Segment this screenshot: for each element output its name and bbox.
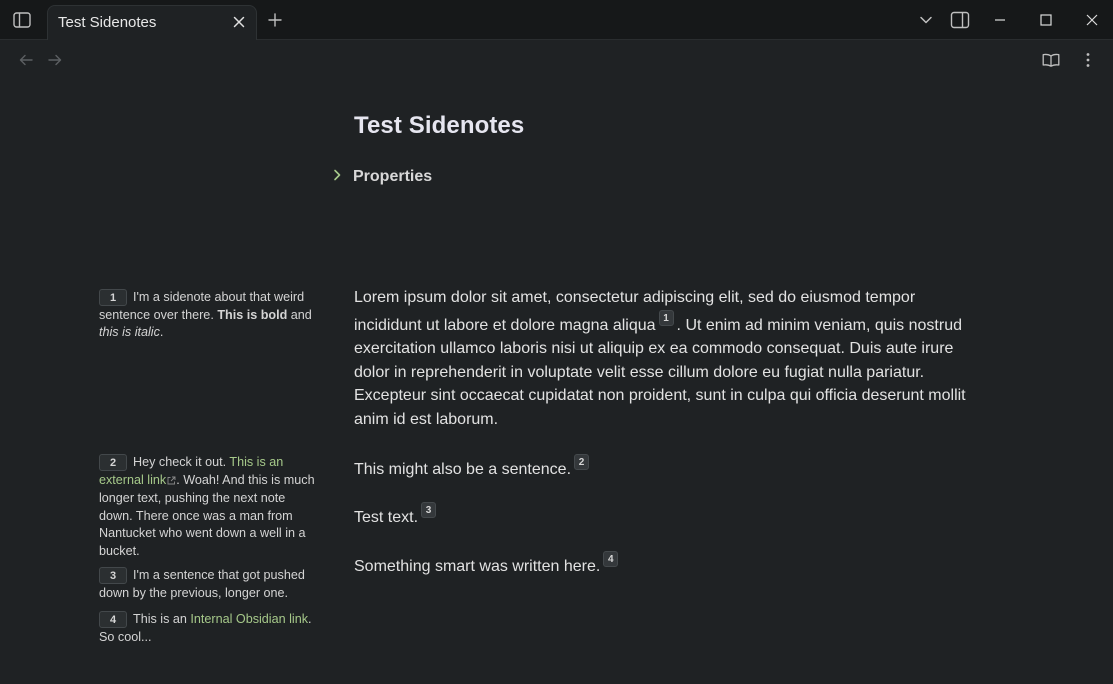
- window-close-icon[interactable]: [1079, 8, 1105, 32]
- tab-test-sidenotes[interactable]: Test Sidenotes: [47, 5, 257, 40]
- properties-toggle[interactable]: Properties: [333, 168, 432, 186]
- paragraph-something-smart[interactable]: Something smart was written here. 4: [354, 551, 979, 579]
- close-icon[interactable]: [230, 13, 248, 31]
- chevron-right-icon: [333, 168, 341, 186]
- minimize-icon[interactable]: [987, 8, 1013, 32]
- sidebar-right-icon[interactable]: [947, 8, 973, 32]
- arrow-left-icon[interactable]: [15, 49, 37, 71]
- paragraph-text: Test text.: [354, 509, 419, 526]
- sidenote-number: 3: [99, 567, 127, 584]
- sidenote-bold-text: This is bold: [217, 307, 288, 322]
- sidenote-text: I'm a sentence that got pushed down by t…: [99, 568, 305, 600]
- sidebar-left-icon[interactable]: [10, 9, 34, 31]
- sidenote-1: 1 I'm a sidenote about that weird sentenc…: [99, 289, 321, 342]
- paragraph-text: Something smart was written here.: [354, 558, 601, 575]
- view-header: [0, 41, 1113, 77]
- internal-link[interactable]: Internal Obsidian link: [190, 612, 308, 626]
- sidenote-2: 2 Hey check it out. This is an external l…: [99, 454, 321, 560]
- sidenote-number: 1: [99, 289, 127, 306]
- tab-title: Test Sidenotes: [58, 14, 157, 31]
- maximize-icon[interactable]: [1033, 8, 1059, 32]
- sidenote-text: This is an: [133, 612, 191, 626]
- footnote-ref-4[interactable]: 4: [603, 551, 619, 567]
- external-link-icon: [167, 473, 176, 491]
- more-vertical-icon[interactable]: [1077, 49, 1099, 71]
- properties-label: Properties: [353, 168, 433, 185]
- plus-icon[interactable]: [264, 9, 286, 31]
- sidenote-text: Hey check it out.: [133, 455, 230, 469]
- paragraph-sentence[interactable]: This might also be a sentence. 2: [354, 454, 979, 482]
- title-bar: Test Sidenotes: [0, 0, 1113, 40]
- sidenote-text: .: [159, 325, 164, 339]
- note-title[interactable]: Test Sidenotes: [354, 112, 524, 140]
- footnote-ref-1[interactable]: 1: [658, 309, 674, 326]
- footnote-ref-2[interactable]: 2: [574, 454, 590, 470]
- sidenote-4: 4 This is an Internal Obsidian link. So c…: [99, 611, 321, 646]
- arrow-right-icon[interactable]: [44, 49, 66, 71]
- sidenote-number: 2: [99, 454, 127, 471]
- paragraph-text: This might also be a sentence.: [354, 461, 572, 478]
- footnote-ref-3[interactable]: 3: [421, 502, 437, 518]
- sidenote-italic-text: this is italic: [99, 325, 160, 339]
- chevron-down-icon[interactable]: [913, 8, 939, 32]
- paragraph-test-text[interactable]: Test text. 3: [354, 502, 979, 530]
- book-open-icon[interactable]: [1040, 49, 1062, 71]
- sidenote-number: 4: [99, 611, 127, 628]
- sidenote-text: and: [287, 307, 312, 322]
- sidenote-3: 3 I'm a sentence that got pushed down by …: [99, 567, 321, 602]
- paragraph-lorem[interactable]: Lorem ipsum dolor sit amet, consectetur …: [354, 286, 979, 431]
